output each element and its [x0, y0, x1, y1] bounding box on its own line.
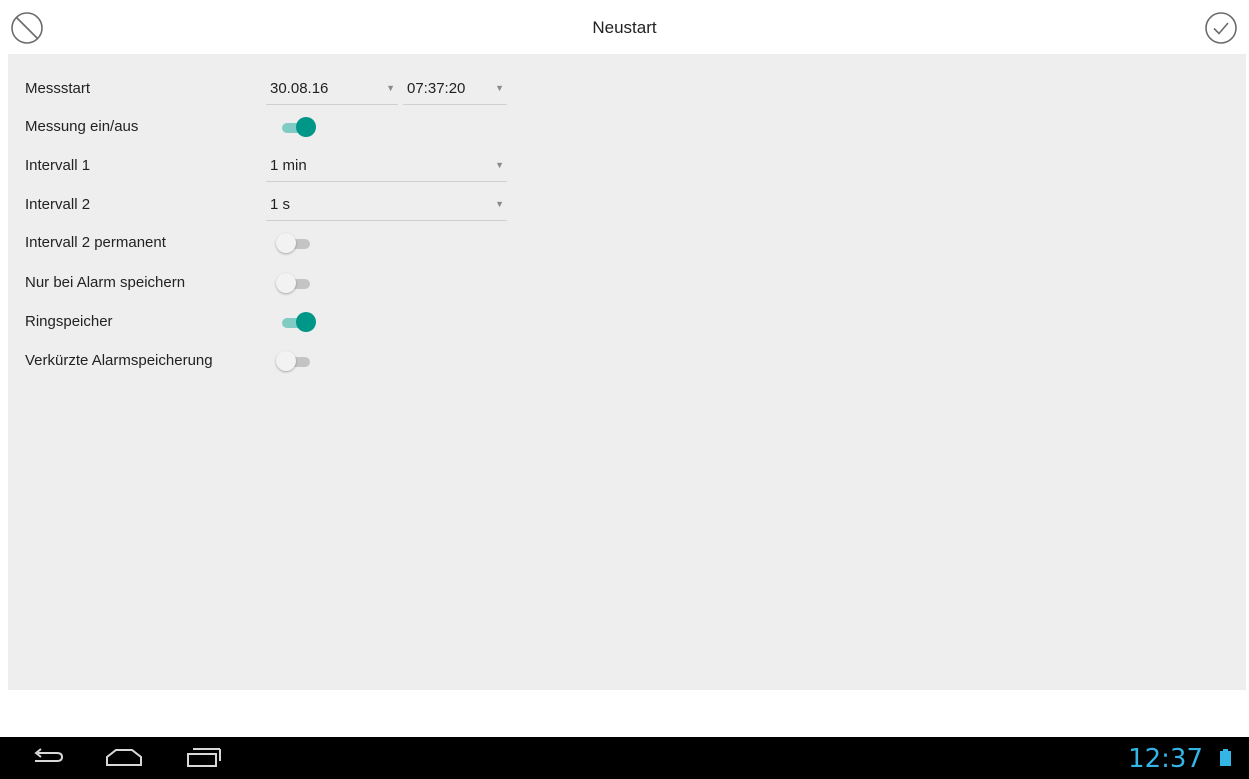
recent-apps-icon — [187, 748, 221, 767]
battery-icon — [1220, 749, 1231, 766]
setting-label: Ringspeicher — [25, 313, 113, 330]
select-value: 1 s — [270, 196, 291, 213]
time-picker[interactable]: 07:37:20 ▼ — [403, 74, 507, 105]
setting-label: Intervall 1 — [25, 157, 91, 174]
select-value: 1 min — [270, 157, 307, 174]
back-icon — [34, 748, 64, 762]
chevron-down-icon: ▼ — [386, 83, 395, 93]
intervall1-select[interactable]: 1 min ▼ — [266, 151, 507, 182]
home-icon — [106, 749, 142, 766]
setting-row-nur-bei-alarm: Nur bei Alarm speichern — [25, 268, 625, 298]
date-picker[interactable]: 30.08.16 ▼ — [266, 74, 398, 105]
switch-thumb — [276, 273, 296, 293]
chevron-down-icon: ▼ — [495, 83, 504, 93]
chevron-down-icon: ▼ — [495, 160, 504, 170]
setting-row-ringspeicher: Ringspeicher — [25, 307, 625, 337]
time-value: 07:37:20 — [407, 80, 466, 97]
setting-label: Intervall 2 permanent — [25, 234, 166, 251]
messung-toggle[interactable] — [276, 117, 316, 137]
settings-panel: Messstart 30.08.16 ▼ 07:37:20 ▼ Messung … — [8, 54, 1246, 690]
switch-thumb — [296, 117, 316, 137]
ringspeicher-toggle[interactable] — [276, 312, 316, 332]
setting-row-messstart: Messstart 30.08.16 ▼ 07:37:20 ▼ — [25, 74, 625, 105]
switch-thumb — [296, 312, 316, 332]
chevron-down-icon: ▼ — [495, 199, 504, 209]
back-button[interactable] — [28, 743, 68, 773]
setting-row-intervall2-permanent: Intervall 2 permanent — [25, 228, 625, 258]
setting-label: Nur bei Alarm speichern — [25, 274, 186, 291]
setting-row-verkuerzte-alarm: Verkürzte Alarmspeicherung — [25, 346, 625, 376]
action-bar: Neustart — [0, 0, 1249, 54]
switch-thumb — [276, 233, 296, 253]
home-button[interactable] — [104, 743, 144, 773]
setting-row-intervall2: Intervall 2 1 s ▼ — [25, 190, 625, 221]
nur-bei-alarm-toggle[interactable] — [276, 273, 316, 293]
system-nav-bar: 12:37 — [0, 737, 1249, 779]
setting-label: Messstart — [25, 80, 91, 97]
setting-label: Verkürzte Alarmspeicherung — [25, 352, 213, 369]
verkuerzte-alarm-toggle[interactable] — [276, 351, 316, 371]
setting-row-messung: Messung ein/aus — [25, 112, 625, 142]
intervall2-select[interactable]: 1 s ▼ — [266, 190, 507, 221]
setting-label: Messung ein/aus — [25, 118, 139, 135]
setting-row-intervall1: Intervall 1 1 min ▼ — [25, 151, 625, 182]
intervall2-permanent-toggle[interactable] — [276, 233, 316, 253]
confirm-button[interactable] — [1204, 11, 1238, 45]
check-circle-icon — [1205, 12, 1237, 44]
status-clock: 12:37 — [1128, 744, 1203, 774]
recent-apps-button[interactable] — [184, 743, 224, 773]
setting-label: Intervall 2 — [25, 196, 91, 213]
switch-thumb — [276, 351, 296, 371]
page-title: Neustart — [592, 18, 657, 37]
date-value: 30.08.16 — [270, 80, 329, 97]
